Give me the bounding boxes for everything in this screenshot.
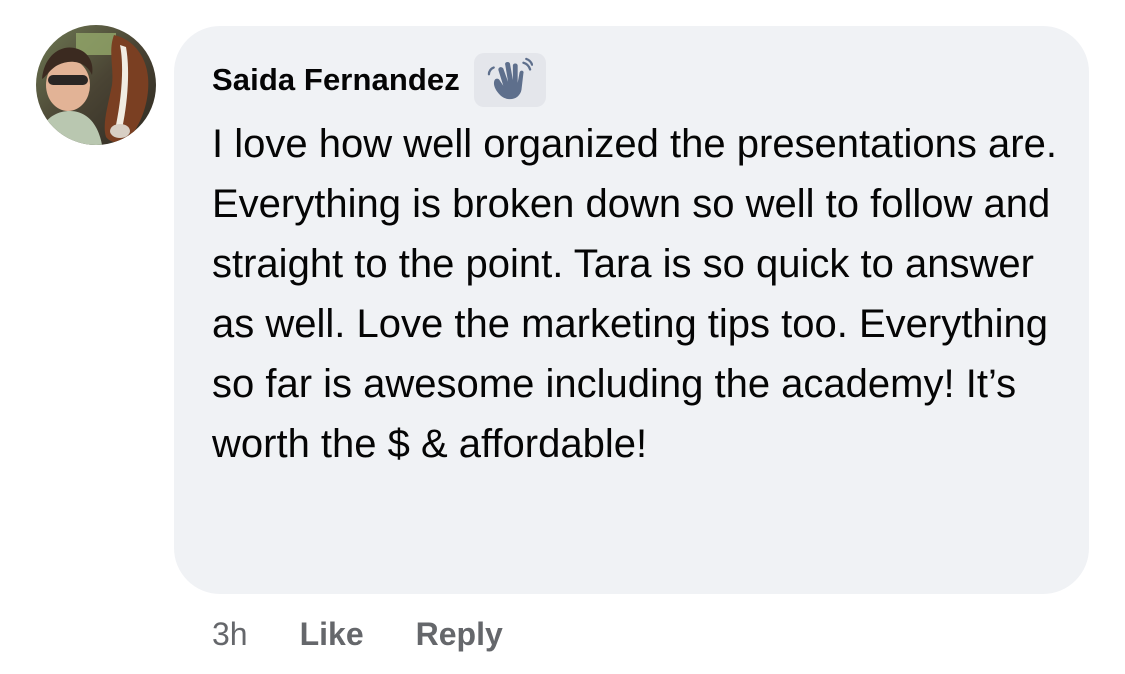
avatar-photo <box>36 25 156 145</box>
author-name[interactable]: Saida Fernandez <box>212 62 460 98</box>
comment-bubble: Saida Fernandez I love how well organize… <box>174 26 1089 594</box>
comment: Saida Fernandez I love how well organize… <box>0 0 1125 674</box>
timestamp[interactable]: 3h <box>212 616 248 653</box>
waving-hand-icon <box>487 57 533 100</box>
comment-actions: 3h Like Reply <box>212 612 503 656</box>
comment-text: I love how well organized the presentati… <box>212 122 1057 466</box>
waving-hand-badge[interactable] <box>473 53 546 107</box>
like-button[interactable]: Like <box>300 616 364 653</box>
avatar[interactable] <box>36 25 156 145</box>
reply-button[interactable]: Reply <box>416 616 503 653</box>
author-row: Saida Fernandez <box>212 52 1053 108</box>
